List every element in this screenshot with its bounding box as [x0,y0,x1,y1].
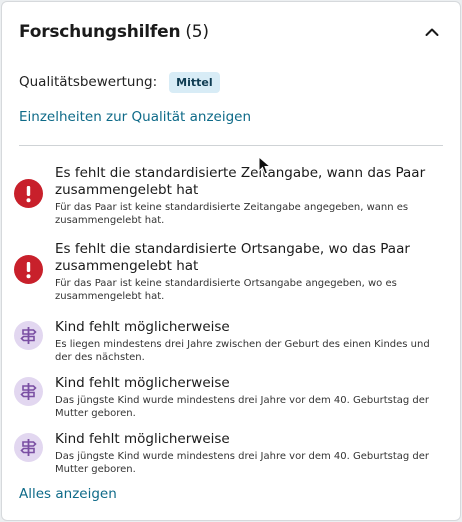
hint-item[interactable]: Kind fehlt möglicherweise Das jüngste Ki… [14,421,443,477]
hint-title: Kind fehlt möglicherweise [55,431,230,447]
hint-description: Es liegen mindestens drei Jahre zwischen… [55,339,430,363]
quality-details-link[interactable]: Einzelheiten zur Qualität anzeigen [19,109,251,125]
hint-description: Das jüngste Kind wurde mindestens drei J… [55,395,430,419]
hint-title: Es fehlt die standardisierte Ortsangabe,… [55,241,410,274]
quality-row: Qualitätsbewertung: Mittel [19,70,220,94]
hint-description: Für das Paar ist keine standardisierte O… [55,278,397,302]
hint-item[interactable]: Es fehlt die standardisierte Ortsangabe,… [14,231,443,309]
hint-description: Das jüngste Kind wurde mindestens drei J… [55,451,430,475]
error-icon [14,179,43,208]
error-icon [14,255,43,284]
quality-label: Qualitätsbewertung: [19,74,158,90]
show-all-link[interactable]: Alles anzeigen [19,486,117,502]
panel-header: Forschungshilfen (5) [19,20,443,44]
hint-title: Es fehlt die standardisierte Zeitangabe,… [55,165,426,198]
collapse-button[interactable] [421,21,443,43]
signpost-icon [14,433,43,462]
research-helps-panel: Forschungshilfen (5) Qualitätsbewertung: … [1,1,461,521]
hint-description: Für das Paar ist keine standardisierte Z… [55,202,409,226]
hint-list: Es fehlt die standardisierte Zeitangabe,… [14,165,443,477]
hint-title: Kind fehlt möglicherweise [55,319,230,335]
divider [19,145,443,146]
hint-item[interactable]: Kind fehlt möglicherweise Das jüngste Ki… [14,365,443,421]
hint-item[interactable]: Es fehlt die standardisierte Zeitangabe,… [14,165,443,231]
hint-item[interactable]: Kind fehlt möglicherweise Es liegen mind… [14,309,443,365]
mouse-cursor-icon [258,156,272,175]
hint-title: Kind fehlt möglicherweise [55,375,230,391]
panel-title-text: Forschungshilfen [19,22,181,42]
signpost-icon [14,377,43,406]
signpost-icon [14,321,43,350]
quality-badge: Mittel [169,71,220,93]
panel-title: Forschungshilfen (5) [19,22,209,42]
hint-count: (5) [185,22,209,42]
chevron-up-icon [425,28,439,36]
